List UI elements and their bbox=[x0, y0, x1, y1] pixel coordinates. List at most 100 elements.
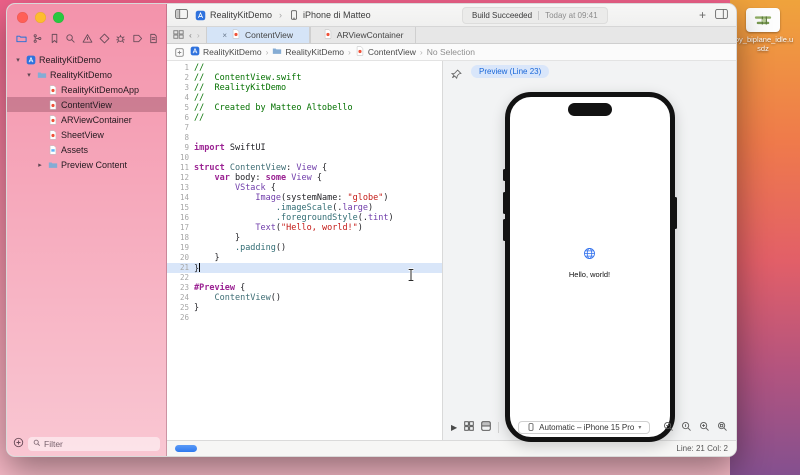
breadcrumb-item-realitykitdemo[interactable]: RealityKitDemo bbox=[190, 46, 262, 58]
code-line-11[interactable]: 11 struct ContentView: View { bbox=[167, 163, 442, 173]
sidebar-toggle-icon[interactable] bbox=[175, 9, 188, 21]
related-items-icon[interactable] bbox=[175, 47, 184, 57]
line-number[interactable]: 13 bbox=[167, 183, 194, 193]
live-preview-button[interactable]: ▶ bbox=[451, 423, 457, 432]
line-number[interactable]: 11 bbox=[167, 163, 194, 173]
zoom-window-button[interactable] bbox=[53, 12, 64, 23]
code-line-25[interactable]: 25} bbox=[167, 303, 442, 313]
zoom-out-icon[interactable] bbox=[663, 421, 674, 434]
line-number[interactable]: 17 bbox=[167, 223, 194, 233]
code-line-20[interactable]: 20 } bbox=[167, 253, 442, 263]
line-number[interactable]: 10 bbox=[167, 153, 194, 163]
sidebar-item-realitykitdemo[interactable]: ▾ RealityKitDemo bbox=[7, 67, 166, 82]
preview-device-selector[interactable]: Automatic – iPhone 15 Pro ▾ bbox=[518, 420, 651, 434]
code-line-15[interactable]: 15 .imageScale(.large) bbox=[167, 203, 442, 213]
line-number[interactable]: 21 bbox=[167, 263, 194, 273]
pin-preview-icon[interactable] bbox=[450, 67, 462, 85]
add-item-icon[interactable] bbox=[13, 437, 24, 451]
code-line-23[interactable]: 23 #Preview { bbox=[167, 283, 442, 293]
line-number[interactable]: 14 bbox=[167, 193, 194, 203]
line-number[interactable]: 1 bbox=[167, 63, 194, 73]
code-line-9[interactable]: 9 import SwiftUI bbox=[167, 143, 442, 153]
line-number[interactable]: 26 bbox=[167, 313, 194, 323]
breadcrumb-item-realitykitdemo[interactable]: RealityKitDemo bbox=[272, 46, 344, 58]
line-number[interactable]: 7 bbox=[167, 123, 194, 133]
sidebar-item-contentview[interactable]: ContentView bbox=[7, 97, 166, 112]
find-icon[interactable] bbox=[65, 32, 78, 45]
breadcrumb-item-no-selection[interactable]: No Selection bbox=[427, 47, 475, 57]
line-number[interactable]: 5 bbox=[167, 103, 194, 113]
code-line-5[interactable]: 5// Created by Matteo Altobello bbox=[167, 103, 442, 113]
tab-contentview[interactable]: × ContentView bbox=[205, 27, 310, 43]
code-line-21[interactable]: 21} bbox=[167, 263, 442, 274]
tab-arviewcontainer[interactable]: ARViewContainer bbox=[309, 27, 417, 43]
code-line-6[interactable]: 6// bbox=[167, 113, 442, 123]
code-line-8[interactable]: 8 bbox=[167, 133, 442, 143]
code-line-7[interactable]: 7 bbox=[167, 123, 442, 133]
zoom-fit-icon[interactable] bbox=[717, 421, 728, 434]
line-number[interactable]: 6 bbox=[167, 113, 194, 123]
code-line-24[interactable]: 24 ContentView() bbox=[167, 293, 442, 303]
code-line-12[interactable]: 12 var body: some View { bbox=[167, 173, 442, 183]
editor-pane[interactable]: 1//2// ContentView.swift 3// RealityKitDe… bbox=[167, 61, 442, 440]
reports-icon[interactable] bbox=[148, 32, 161, 45]
disclosure-open-icon[interactable]: ▾ bbox=[25, 71, 33, 79]
activity-status[interactable]: Build Succeeded Today at 09:41 bbox=[462, 6, 608, 24]
code-line-16[interactable]: 16 .foregroundStyle(.tint) bbox=[167, 213, 442, 223]
line-number[interactable]: 4 bbox=[167, 93, 194, 103]
breakpoints-icon[interactable] bbox=[131, 32, 144, 45]
breadcrumb-item-contentview[interactable]: ContentView bbox=[355, 46, 416, 58]
back-button[interactable]: ‹ bbox=[189, 30, 192, 40]
minimize-window-button[interactable] bbox=[35, 12, 46, 23]
line-number[interactable]: 25 bbox=[167, 303, 194, 313]
tests-icon[interactable] bbox=[98, 32, 111, 45]
line-number[interactable]: 16 bbox=[167, 213, 194, 223]
close-tab-icon[interactable]: × bbox=[222, 31, 227, 40]
code-line-3[interactable]: 3// RealityKitDemo bbox=[167, 83, 442, 93]
sidebar-item-assets[interactable]: Assets bbox=[7, 142, 166, 157]
line-number[interactable]: 8 bbox=[167, 133, 194, 143]
code-line-22[interactable]: 22 bbox=[167, 273, 442, 283]
zoom-in-icon[interactable] bbox=[699, 421, 710, 434]
line-number[interactable]: 22 bbox=[167, 273, 194, 283]
library-plus-icon[interactable]: + bbox=[699, 9, 706, 21]
code-line-19[interactable]: 19 .padding() bbox=[167, 243, 442, 253]
project-navigator-icon[interactable] bbox=[15, 32, 28, 45]
code-line-26[interactable]: 26 bbox=[167, 313, 442, 323]
run-destination-selector[interactable]: iPhone di Matteo bbox=[289, 10, 371, 20]
bookmarks-icon[interactable] bbox=[48, 32, 61, 45]
line-number[interactable]: 18 bbox=[167, 233, 194, 243]
sidebar-item-sheetview[interactable]: SheetView bbox=[7, 127, 166, 142]
line-number[interactable]: 2 bbox=[167, 73, 194, 83]
device-settings-button[interactable] bbox=[481, 421, 491, 433]
variants-button[interactable] bbox=[464, 421, 474, 433]
line-number[interactable]: 19 bbox=[167, 243, 194, 253]
editor-options-icon[interactable] bbox=[715, 9, 728, 21]
code-line-14[interactable]: 14 Image(systemName: "globe") bbox=[167, 193, 442, 203]
line-number[interactable]: 12 bbox=[167, 173, 194, 183]
sidebar-item-arviewcontainer[interactable]: ARViewContainer bbox=[7, 112, 166, 127]
sidebar-item-realitykitdemoapp[interactable]: RealityKitDemoApp bbox=[7, 82, 166, 97]
code-line-18[interactable]: 18 } bbox=[167, 233, 442, 243]
line-number[interactable]: 3 bbox=[167, 83, 194, 93]
code-line-1[interactable]: 1// bbox=[167, 63, 442, 73]
filter-field[interactable]: Filter bbox=[28, 437, 160, 451]
code-line-13[interactable]: 13 VStack { bbox=[167, 183, 442, 193]
sidebar-item-realitykitdemo[interactable]: ▾ RealityKitDemo bbox=[7, 52, 166, 67]
forward-button[interactable]: › bbox=[197, 30, 200, 40]
disclosure-closed-icon[interactable]: ▸ bbox=[36, 161, 44, 169]
sidebar-item-preview-content[interactable]: ▸ Preview Content bbox=[7, 157, 166, 172]
zoom-actual-icon[interactable] bbox=[681, 421, 692, 434]
disclosure-open-icon[interactable]: ▾ bbox=[14, 56, 22, 64]
close-window-button[interactable] bbox=[17, 12, 28, 23]
source-control-icon[interactable] bbox=[32, 32, 45, 45]
debug-icon[interactable] bbox=[114, 32, 127, 45]
line-number[interactable]: 23 bbox=[167, 283, 194, 293]
code-line-17[interactable]: 17 Text("Hello, world!") bbox=[167, 223, 442, 233]
line-number[interactable]: 20 bbox=[167, 253, 194, 263]
line-number[interactable]: 24 bbox=[167, 293, 194, 303]
code-line-4[interactable]: 4// bbox=[167, 93, 442, 103]
line-number[interactable]: 9 bbox=[167, 143, 194, 153]
scheme-selector[interactable]: RealityKitDemo bbox=[195, 10, 272, 21]
tab-overview-icon[interactable] bbox=[173, 29, 184, 41]
